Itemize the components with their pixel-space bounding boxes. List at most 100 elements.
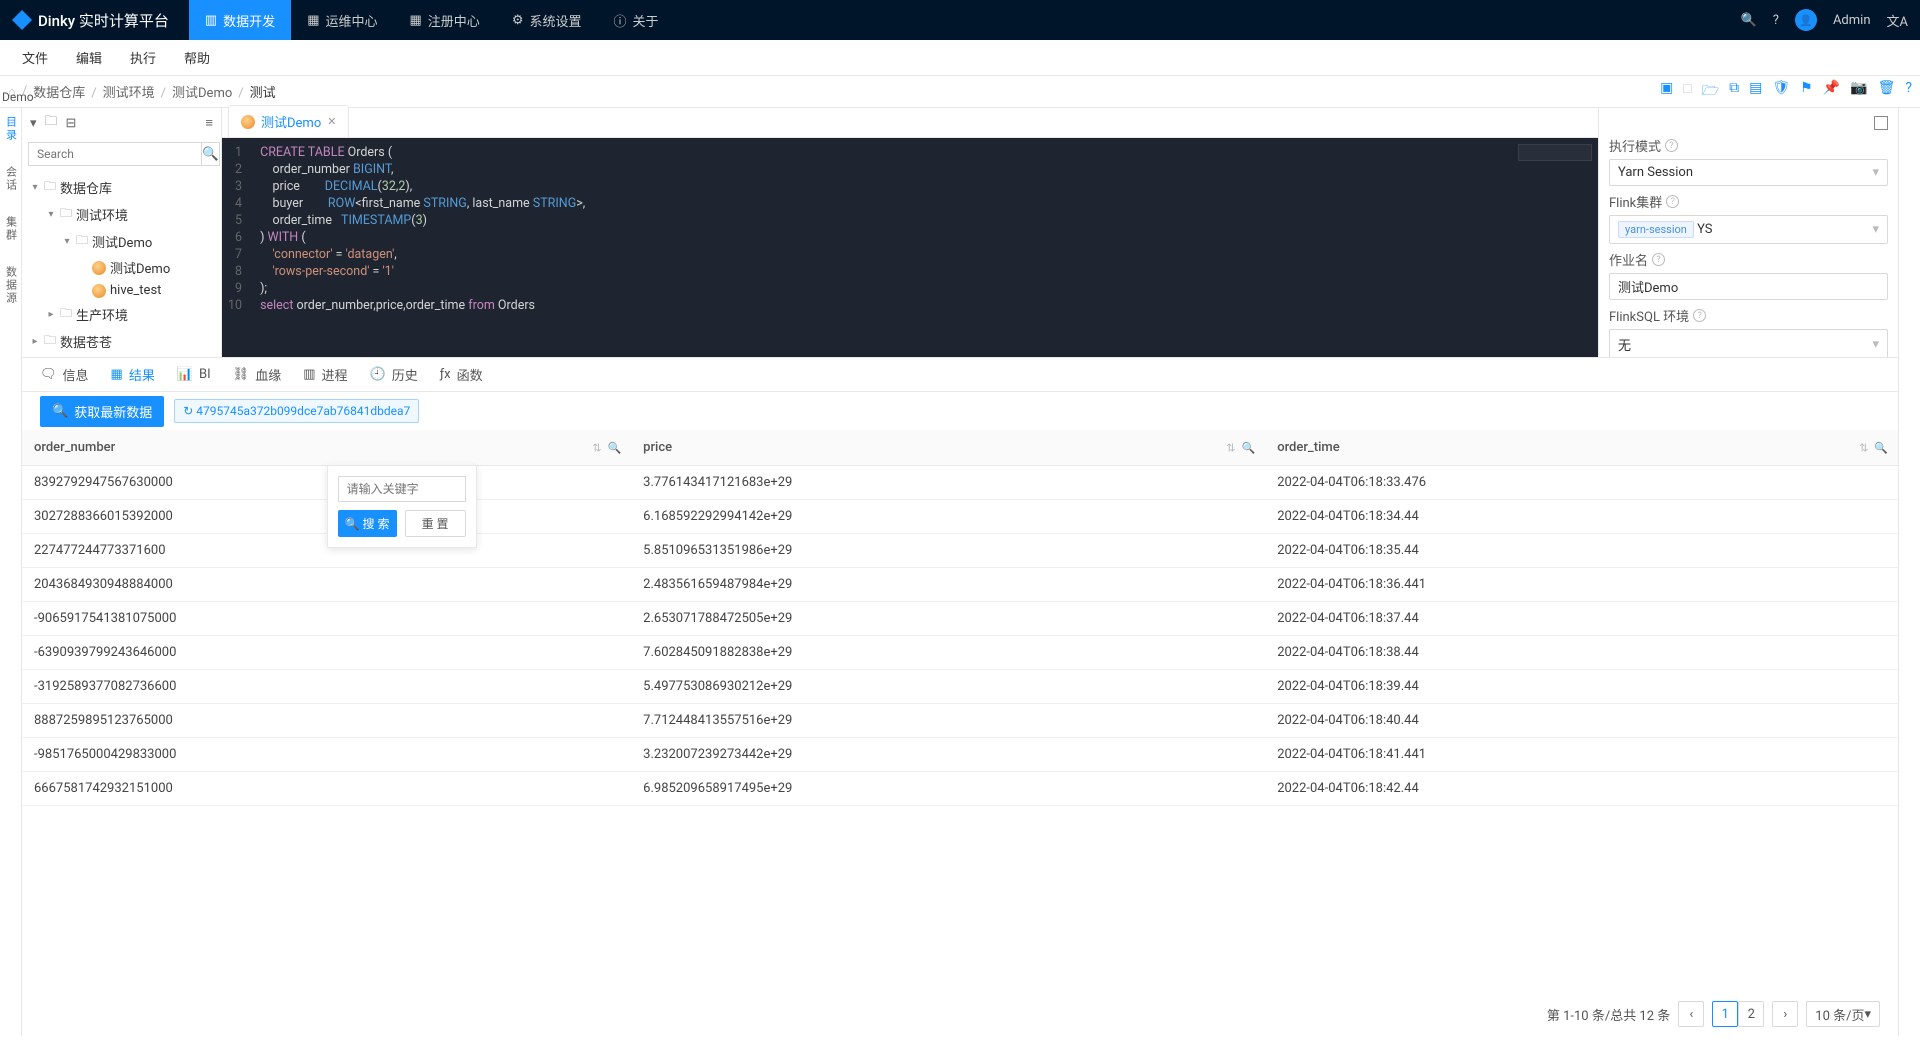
next-page-button[interactable]: › [1772, 1001, 1798, 1027]
tree-leaf[interactable]: hive_test [26, 280, 217, 301]
shield-icon[interactable]: 🛡 [1772, 80, 1790, 104]
help-icon[interactable]: ? [1665, 139, 1678, 152]
filter-icon[interactable]: 🔍 [1874, 441, 1888, 454]
folder-open-icon[interactable]: 🗁 [1702, 80, 1719, 104]
table-row[interactable]: 66675817429321510006.985209658917495e+29… [22, 772, 1898, 806]
table-row[interactable]: 2274772447733716005.851096531351986e+292… [22, 534, 1898, 568]
minimap[interactable] [1518, 144, 1592, 161]
filter-reset-button[interactable]: 重 置 [405, 510, 466, 537]
nav-0[interactable]: ▥ 数据开发 [189, 0, 291, 40]
user-name[interactable]: Admin [1833, 13, 1871, 28]
table-row[interactable]: 83927929475676300003.776143417121683e+29… [22, 466, 1898, 500]
submenu-0[interactable]: 文件 [8, 40, 62, 76]
result-tab-3[interactable]: ⛓血缘 [233, 365, 282, 384]
breadcrumb-item[interactable]: 测试环境 [103, 86, 155, 101]
help-icon[interactable]: ? [1773, 13, 1779, 28]
language-icon[interactable]: 文A [1887, 11, 1908, 30]
table-cell: -9851765000429833000 [22, 738, 631, 772]
copy-icon[interactable]: ⧉ [1729, 80, 1739, 104]
result-tab-0[interactable]: 🗨信息 [40, 365, 89, 384]
avatar[interactable]: 👤 [1795, 9, 1817, 31]
collapse-icon[interactable]: ⊟ [66, 116, 77, 131]
tree-folder[interactable]: ▸🗀 数据苍苍 [26, 328, 217, 355]
exec-mode-select[interactable]: Yarn Session▾ [1609, 159, 1888, 186]
table-row[interactable]: -98517650004298330003.232007239273442e+2… [22, 738, 1898, 772]
tree-leaf[interactable]: 测试Demo [26, 255, 217, 280]
page-1[interactable]: 1 [1712, 1001, 1738, 1027]
delete-icon[interactable]: 🗑 [1878, 80, 1896, 104]
code-editor[interactable]: 12345678910 CREATE TABLE Orders ( order_… [222, 138, 1598, 357]
rail-目录[interactable]: 目录 [3, 116, 19, 142]
col-order_number[interactable]: order_number⇅🔍🔍 搜 索重 置 [22, 430, 631, 466]
tree-folder[interactable]: ▾🗀 数据仓库 [26, 174, 217, 201]
flink-cluster-select[interactable]: yarn-session YS ▾ [1609, 215, 1888, 244]
rail-会话[interactable]: 会话 [3, 166, 19, 192]
help-icon[interactable]: ? [1666, 195, 1679, 208]
env-select[interactable]: 无▾ [1609, 329, 1888, 357]
tree-folder[interactable]: ▾🗀 测试Demo [26, 228, 217, 255]
more-icon[interactable]: ≡ [205, 115, 213, 131]
col-order_time[interactable]: order_time⇅🔍 [1265, 430, 1898, 466]
help-icon[interactable]: ? [1652, 253, 1665, 266]
table-cell: 2022-04-04T06:18:40.44 [1265, 704, 1898, 738]
prev-page-button[interactable]: ‹ [1678, 1001, 1704, 1027]
submenu-2[interactable]: 执行 [116, 40, 170, 76]
rail-集群[interactable]: 集群 [3, 216, 19, 242]
search-button[interactable]: 🔍 [201, 142, 220, 166]
tree-folder[interactable]: ▾🗀 测试环境 [26, 201, 217, 228]
sort-icon[interactable]: ⇅ [592, 441, 601, 454]
right-panel: 执行模式? Yarn Session▾ Flink集群? yarn-sessio… [1598, 108, 1898, 357]
panel-collapse-icon[interactable] [1874, 116, 1888, 130]
table-row[interactable]: 30272883660153920006.168592292994142e+29… [22, 500, 1898, 534]
nav-3[interactable]: ⚙ 系统设置 [496, 0, 598, 40]
close-icon[interactable]: ✕ [327, 115, 336, 128]
rail-数据源[interactable]: 数据源 [3, 266, 19, 305]
page-2[interactable]: 2 [1738, 1001, 1764, 1027]
camera-icon[interactable]: 📷 [1850, 80, 1867, 104]
breadcrumb-item[interactable]: 数据仓库 [33, 86, 85, 101]
table-row[interactable]: -63909397992436460007.602845091882838e+2… [22, 636, 1898, 670]
col-price[interactable]: price⇅🔍 [631, 430, 1265, 466]
editor-tab[interactable]: 测试Demo ✕ [228, 105, 349, 137]
search-input[interactable] [28, 142, 201, 166]
sort-icon[interactable]: ⇅ [1226, 441, 1235, 454]
refresh-button[interactable]: 🔍 获取最新数据 [40, 396, 164, 427]
tree-folder[interactable]: ▸🗀 生产环境 [26, 301, 217, 328]
nav-1[interactable]: ▦ 运维中心 [291, 0, 393, 40]
question-icon[interactable]: ? [1905, 80, 1912, 104]
page-size-select[interactable]: 10 条/页 ▾ [1806, 1001, 1880, 1027]
filter-search-button[interactable]: 🔍 搜 索 [338, 510, 397, 537]
result-tab-1[interactable]: ▦结果 [111, 365, 155, 384]
job-id-chip[interactable]: ↻ 4795745a372b099dce7ab76841dbdea7 [174, 399, 419, 423]
help-icon[interactable]: ? [1693, 309, 1706, 322]
submenu-1[interactable]: 编辑 [62, 40, 116, 76]
filter-icon[interactable]: 🔍 [607, 441, 621, 454]
table-row[interactable]: 88872598951237650007.712448413557516e+29… [22, 704, 1898, 738]
job-name-input[interactable] [1609, 273, 1888, 300]
pushpin-icon[interactable]: 📌 [1823, 80, 1840, 104]
breadcrumb-item[interactable]: 测试 [250, 86, 276, 101]
sort-icon[interactable]: ⇅ [1859, 441, 1868, 454]
result-tab-6[interactable]: ƒx函数 [440, 365, 483, 384]
result-tab-5[interactable]: 🕘历史 [370, 365, 418, 384]
result-tab-2[interactable]: 📊BI [177, 367, 211, 382]
breadcrumb-item[interactable]: 测试Demo [172, 86, 232, 101]
paste-icon[interactable]: ▤ [1749, 80, 1762, 104]
chevron-down-icon[interactable]: ▾ [30, 116, 37, 131]
result-tab-4[interactable]: ▥进程 [303, 365, 347, 384]
action-icon-1[interactable]: ▣ [1660, 80, 1673, 104]
search-icon[interactable]: 🔍 [1741, 13, 1757, 28]
table-cell: 2022-04-04T06:18:33.476 [1265, 466, 1898, 500]
nav-4[interactable]: ⓘ 关于 [597, 0, 674, 40]
table-row[interactable]: -31925893770827366005.497753086930212e+2… [22, 670, 1898, 704]
flag-icon[interactable]: ⚑ [1800, 80, 1813, 104]
nav-2[interactable]: ▦ 注册中心 [394, 0, 496, 40]
submenu-3[interactable]: 帮助 [170, 40, 224, 76]
pagination: 第 1-10 条/总共 12 条 ‹ 12 › 10 条/页 ▾ [22, 992, 1898, 1036]
filter-icon[interactable]: 🔍 [1241, 441, 1255, 454]
table-row[interactable]: -90659175413810750002.653071788472505e+2… [22, 602, 1898, 636]
table-row[interactable]: 20436849309488840002.483561659487984e+29… [22, 568, 1898, 602]
filter-input[interactable] [338, 476, 466, 502]
action-icon-2[interactable]: □ [1683, 80, 1691, 104]
new-folder-icon[interactable]: 🗀 [45, 112, 58, 134]
